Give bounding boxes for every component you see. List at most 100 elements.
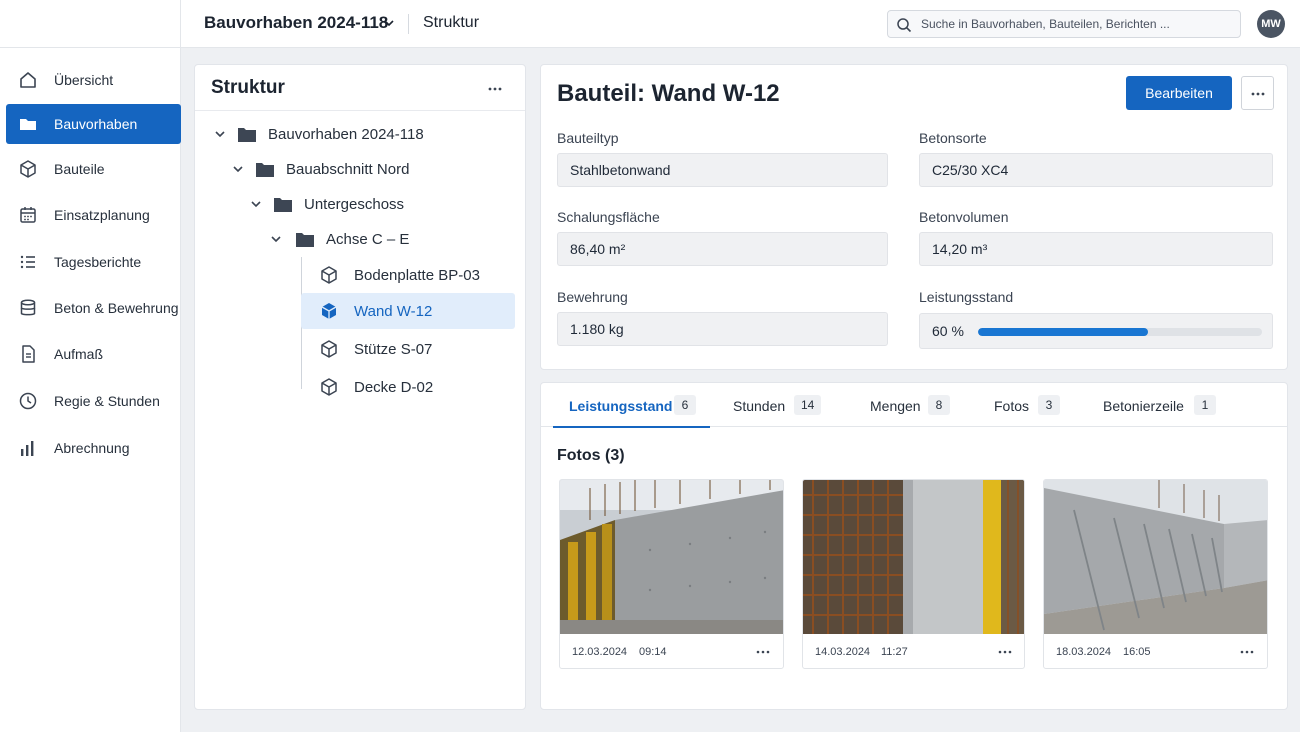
- field-label-betonvolumen: Betonvolumen: [919, 209, 1009, 225]
- betonvolumen-field[interactable]: 14,20 m³: [919, 232, 1273, 266]
- photo-card[interactable]: 12.03.2024 09:14: [559, 479, 784, 669]
- tab-leistungsstand[interactable]: Leistungsstand 6: [553, 383, 710, 428]
- cube-icon: [321, 266, 337, 284]
- chevron-down-icon[interactable]: [213, 127, 227, 141]
- tab-count-badge: 6: [674, 395, 696, 415]
- site-photo[interactable]: [560, 480, 784, 634]
- tree-node-label: Bauvorhaben 2024-118: [268, 126, 424, 143]
- folder-icon: [20, 119, 36, 130]
- field-label-bauteiltyp: Bauteiltyp: [557, 130, 619, 146]
- tab-count-badge: 3: [1038, 395, 1060, 415]
- progress-bar-fill: [978, 328, 1149, 336]
- sidebar-item-label: Aufmaß: [54, 346, 104, 362]
- tree-node-bodenplatte[interactable]: Bodenplatte BP-03: [301, 258, 515, 292]
- more-options-icon[interactable]: [754, 644, 772, 660]
- sidebar-item-abrechnung[interactable]: Abrechnung: [6, 428, 181, 468]
- tab-label: Stunden: [733, 398, 786, 414]
- field-label-leistungsstand: Leistungsstand: [919, 289, 1014, 305]
- sidebar-item-label: Beton & Bewehrung: [54, 300, 179, 316]
- sidebar-item-tagesberichte[interactable]: Tagesberichte: [6, 242, 181, 282]
- photo-time: 09:14: [639, 646, 667, 658]
- sidebar-item-label: Übersicht: [54, 72, 114, 88]
- search-icon: [897, 18, 912, 33]
- structure-panel: Struktur Bauvorhaben 2024-118 Bauabschni…: [194, 64, 526, 710]
- tree-node-wand-selected[interactable]: Wand W-12: [301, 293, 515, 329]
- sidebar-item-bauvorhaben[interactable]: Bauvorhaben: [6, 104, 181, 144]
- global-search[interactable]: [887, 10, 1241, 38]
- photo-date: 18.03.2024: [1056, 646, 1112, 658]
- tab-fotos[interactable]: Fotos 3: [982, 383, 1082, 427]
- sidebar-item-regie-stunden[interactable]: Regie & Stunden: [6, 381, 181, 421]
- tree-node-label: Untergeschoss: [304, 196, 405, 213]
- sidebar-item-aufmass[interactable]: Aufmaß: [6, 334, 181, 374]
- field-value: Stahlbetonwand: [570, 162, 671, 178]
- field-label-schalungsflaeche: Schalungsfläche: [557, 209, 660, 225]
- chevron-down-icon[interactable]: [382, 16, 396, 30]
- site-photo[interactable]: [803, 480, 1025, 634]
- tree-node-label: Bauabschnitt Nord: [286, 161, 410, 178]
- tree-node-label: Achse C – E: [326, 231, 410, 248]
- search-input[interactable]: [921, 11, 1231, 37]
- sidebar-item-label: Bauvorhaben: [54, 116, 138, 132]
- sidebar: Übersicht Bauvorhaben Bauteile Einsatzpl…: [0, 48, 181, 732]
- calendar-icon: [20, 207, 36, 223]
- tab-mengen[interactable]: Mengen 8: [859, 383, 969, 427]
- cube-icon: [321, 340, 337, 358]
- structure-panel-header: Struktur: [195, 65, 525, 111]
- tree-node-label: Decke D-02: [354, 379, 434, 396]
- sidebar-item-uebersicht[interactable]: Übersicht: [6, 60, 181, 100]
- tab-count-badge: 1: [1194, 395, 1216, 415]
- bewehrung-field[interactable]: 1.180 kg: [557, 312, 888, 346]
- betonsorte-field[interactable]: C25/30 XC4: [919, 153, 1273, 187]
- tree-node-project[interactable]: Bauvorhaben 2024-118: [209, 117, 509, 151]
- photo-date: 12.03.2024: [572, 646, 628, 658]
- tree-node-section[interactable]: Bauabschnitt Nord: [227, 152, 509, 186]
- photo-time: 16:05: [1123, 646, 1151, 658]
- tab-stunden[interactable]: Stunden 14: [721, 383, 841, 427]
- user-avatar[interactable]: MW: [1257, 10, 1285, 38]
- more-options-icon[interactable]: [485, 79, 505, 99]
- sidebar-item-label: Tagesberichte: [54, 254, 142, 270]
- more-options-icon[interactable]: [996, 644, 1014, 660]
- photo-card[interactable]: 14.03.2024 11:27: [802, 479, 1025, 669]
- tabs-panel: Leistungsstand 6 Stunden 14 Mengen 8 Fot…: [540, 382, 1288, 710]
- sidebar-item-bauteile[interactable]: Bauteile: [6, 149, 181, 189]
- tab-label: Fotos: [994, 398, 1030, 414]
- tab-label: Mengen: [870, 398, 921, 414]
- chevron-down-icon[interactable]: [231, 162, 245, 176]
- folder-icon: [296, 233, 314, 247]
- chevron-down-icon[interactable]: [269, 232, 283, 246]
- cube-icon: [20, 160, 36, 178]
- field-value: C25/30 XC4: [932, 162, 1009, 178]
- tree-node-decke[interactable]: Decke D-02: [301, 370, 515, 404]
- schalungsflaeche-field[interactable]: 86,40 m²: [557, 232, 888, 266]
- sidebar-item-label: Regie & Stunden: [54, 393, 160, 409]
- site-photo[interactable]: [1044, 480, 1268, 634]
- tree-node-axis[interactable]: Achse C – E: [267, 222, 509, 256]
- tab-betonierzeile[interactable]: Betonierzeile 1: [1091, 383, 1231, 427]
- tree-node-stuetze[interactable]: Stütze S-07: [301, 332, 515, 366]
- sidebar-item-label: Bauteile: [54, 161, 105, 177]
- chevron-down-icon[interactable]: [249, 197, 263, 211]
- tree-node-floor[interactable]: Untergeschoss: [245, 187, 509, 221]
- field-value: 1.180 kg: [570, 321, 624, 337]
- tab-count-badge: 14: [794, 395, 822, 415]
- edit-button[interactable]: Bearbeiten: [1126, 76, 1232, 110]
- field-value: 86,40 m²: [570, 241, 626, 257]
- photo-card[interactable]: 18.03.2024 16:05: [1043, 479, 1268, 669]
- cube-icon: [321, 303, 337, 319]
- structure-panel-title: Struktur: [211, 77, 285, 98]
- sidebar-item-einsatzplanung[interactable]: Einsatzplanung: [6, 195, 181, 235]
- project-switcher-label[interactable]: Bauvorhaben 2024-118: [204, 13, 388, 33]
- detail-more-button[interactable]: [1241, 76, 1274, 110]
- header-divider: [408, 14, 409, 34]
- photo-date: 14.03.2024: [815, 646, 871, 658]
- document-icon: [22, 345, 35, 363]
- page-title: Bauteil: Wand W-12: [557, 80, 780, 107]
- bauteiltyp-field[interactable]: Stahlbetonwand: [557, 153, 888, 187]
- sidebar-item-beton-bewehrung[interactable]: Beton & Bewehrung: [6, 288, 181, 328]
- photos-heading: Fotos (3): [557, 447, 625, 464]
- folder-icon: [274, 198, 292, 212]
- component-detail-panel: Bauteil: Wand W-12 Bearbeiten Bauteiltyp…: [540, 64, 1288, 370]
- more-options-icon[interactable]: [1238, 644, 1256, 660]
